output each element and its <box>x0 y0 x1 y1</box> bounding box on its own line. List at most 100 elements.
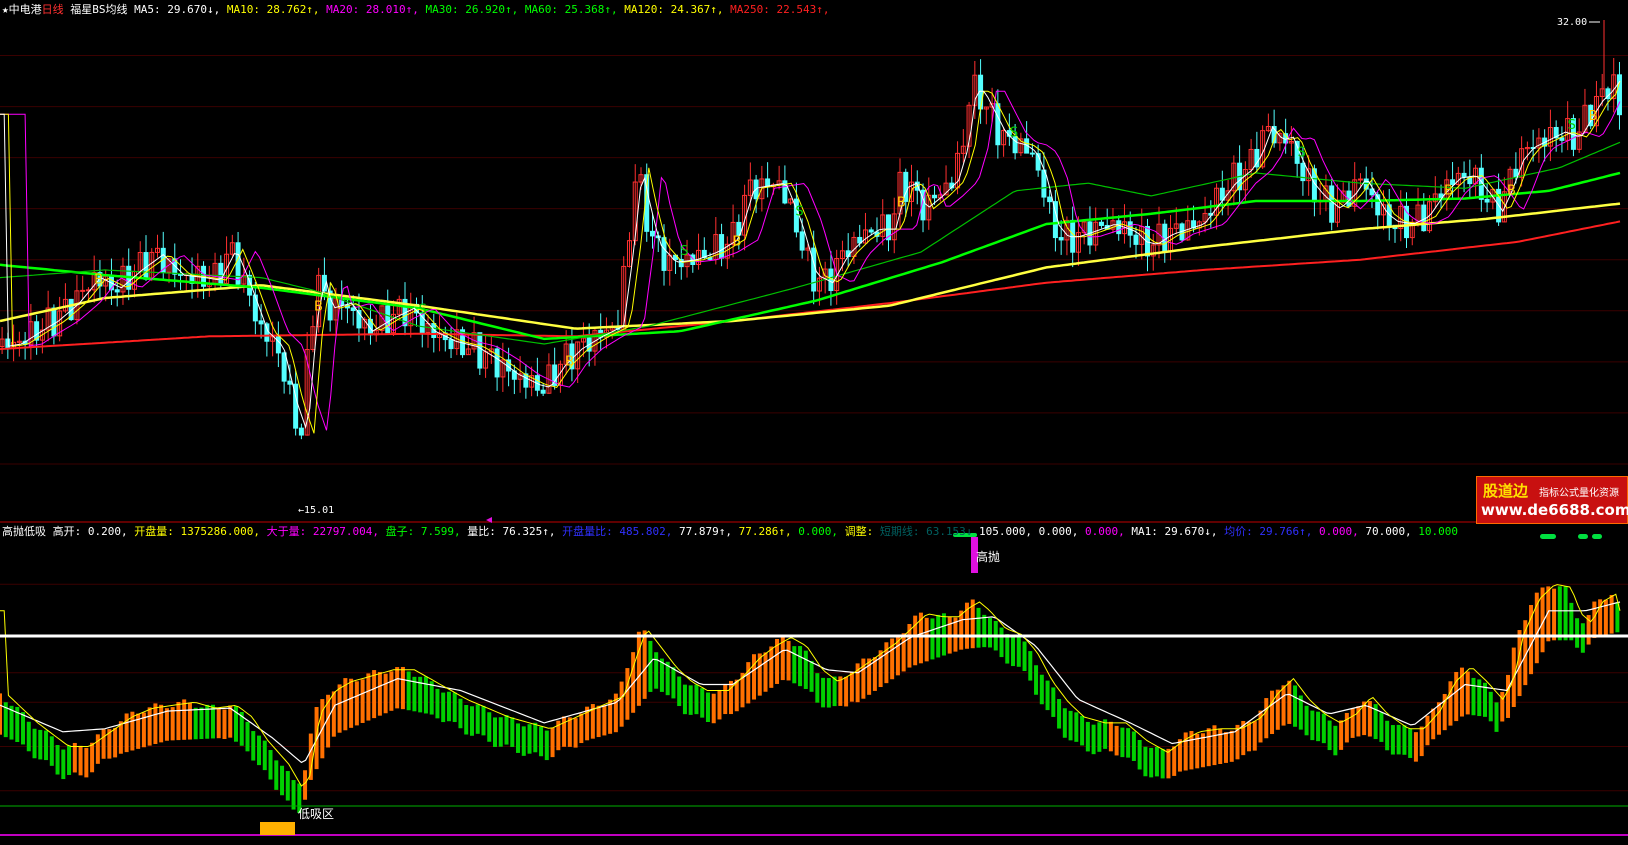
candle-body <box>264 323 270 342</box>
oscillator-bar <box>366 673 371 721</box>
indicator-value: 0.000, <box>1312 525 1359 538</box>
oscillator-bar <box>1310 710 1315 741</box>
oscillator-bar <box>1339 720 1344 750</box>
oscillator-bar <box>1379 712 1384 742</box>
oscillator-bar <box>441 692 446 723</box>
candle-body <box>275 336 281 354</box>
ma-value: MA60: 25.368↑, <box>518 3 618 16</box>
oscillator-bar <box>1316 711 1321 742</box>
oscillator-bar <box>567 717 572 747</box>
candle-body <box>995 103 1001 146</box>
low-buy-label: 低吸区 <box>298 807 334 821</box>
oscillator-bar <box>930 618 935 660</box>
oscillator-bar <box>205 704 210 739</box>
oscillator-bar <box>527 724 532 754</box>
oscillator-bar <box>1396 724 1401 755</box>
oscillator-bar <box>550 727 555 758</box>
oscillator-bar <box>395 667 400 709</box>
candle-body <box>868 229 874 233</box>
oscillator-bar <box>280 765 285 796</box>
indicator-name[interactable]: 福星BS均线 <box>70 3 127 16</box>
signal-dot <box>1578 534 1588 539</box>
oscillator-bar <box>1390 725 1395 755</box>
oscillator-bar <box>1304 705 1309 736</box>
oscillator-bar <box>458 698 463 729</box>
oscillator-bar <box>723 683 728 715</box>
oscillator-bar <box>400 666 405 710</box>
oscillator-bar <box>1552 588 1557 641</box>
oscillator-bar <box>32 728 37 759</box>
oscillator-bar <box>44 730 49 761</box>
stock-name[interactable]: 中电港 <box>9 3 42 16</box>
ma-value: MA250: 22.543↑, <box>723 3 830 16</box>
oscillator-bar <box>1419 726 1424 757</box>
oscillator-bar <box>268 750 273 780</box>
oscillator-bar <box>1166 748 1171 779</box>
oscillator-bar <box>0 693 2 735</box>
oscillator-bar <box>1425 715 1430 746</box>
oscillator-bar <box>1223 732 1228 763</box>
oscillator-bar <box>257 735 262 766</box>
oscillator-bar <box>798 646 803 687</box>
oscillator-bar <box>21 712 26 745</box>
oscillator-bar <box>1108 721 1113 752</box>
oscillator-bar <box>113 727 118 758</box>
oscillator-bar <box>654 652 659 689</box>
oscillator-bar <box>769 646 774 688</box>
oscillator-bar <box>1074 712 1079 742</box>
oscillator-bar <box>1333 725 1338 756</box>
sell-marker: S <box>1010 125 1018 140</box>
candle-body <box>1616 74 1622 116</box>
oscillator-bar <box>383 673 388 714</box>
oscillator-bar <box>786 640 791 681</box>
oscillator-bar <box>1327 720 1332 751</box>
favorite-star-icon[interactable]: ★ <box>2 3 9 16</box>
oscillator-bar <box>1580 623 1585 653</box>
candle-body <box>650 230 655 237</box>
high-price-label: 32.00 <box>1557 17 1587 28</box>
buy-marker: B <box>1507 183 1516 198</box>
candle-body <box>1098 221 1104 226</box>
oscillator-bar <box>636 631 641 706</box>
oscillator-bar <box>389 671 394 711</box>
oscillator-bar <box>752 654 757 700</box>
sell-marker: S <box>1298 146 1306 161</box>
oscillator-bar <box>481 705 486 736</box>
oscillator-bar <box>1229 730 1234 762</box>
oscillator-bar <box>147 707 152 746</box>
oscillator-bar <box>579 713 584 744</box>
oscillator-bar <box>1506 674 1511 718</box>
indicator-value: 均价: 29.766↑, <box>1217 525 1313 538</box>
oscillator-bar <box>1011 636 1016 667</box>
buy-marker: B <box>1444 183 1453 198</box>
candle-body <box>540 389 546 394</box>
oscillator-bar <box>976 607 981 648</box>
oscillator-bar <box>337 684 342 733</box>
oscillator-bar <box>988 617 992 648</box>
oscillator-bar <box>924 617 929 662</box>
oscillator-bar <box>1085 721 1090 752</box>
oscillator-bar <box>1126 728 1131 758</box>
ma-value: MA120: 24.367↑, <box>617 3 724 16</box>
oscillator-bar <box>216 708 221 739</box>
indicator-value: 77.286↑, <box>731 525 792 538</box>
oscillator-bar <box>84 747 89 778</box>
candle-body <box>1484 198 1490 203</box>
oscillator-bar <box>1477 679 1482 717</box>
oscillator-bar <box>562 716 567 747</box>
oscillator-bar <box>475 704 480 734</box>
buy-marker: B <box>94 273 103 288</box>
oscillator-bar <box>844 676 849 707</box>
oscillator-bar <box>354 681 359 726</box>
oscillator-bar <box>72 742 77 773</box>
ma-value-list: MA5: 29.670↓, MA10: 28.762↑, MA20: 28.01… <box>128 3 830 16</box>
candle-body <box>235 242 241 285</box>
period-label[interactable]: 日线 <box>42 3 64 16</box>
oscillator-bar <box>331 691 336 737</box>
oscillator-bar <box>498 717 503 747</box>
oscillator-bar <box>210 704 215 739</box>
oscillator-bar <box>153 703 158 744</box>
oscillator-bar <box>1103 719 1108 749</box>
oscillator-bar <box>222 709 227 740</box>
candle-body <box>178 273 184 276</box>
